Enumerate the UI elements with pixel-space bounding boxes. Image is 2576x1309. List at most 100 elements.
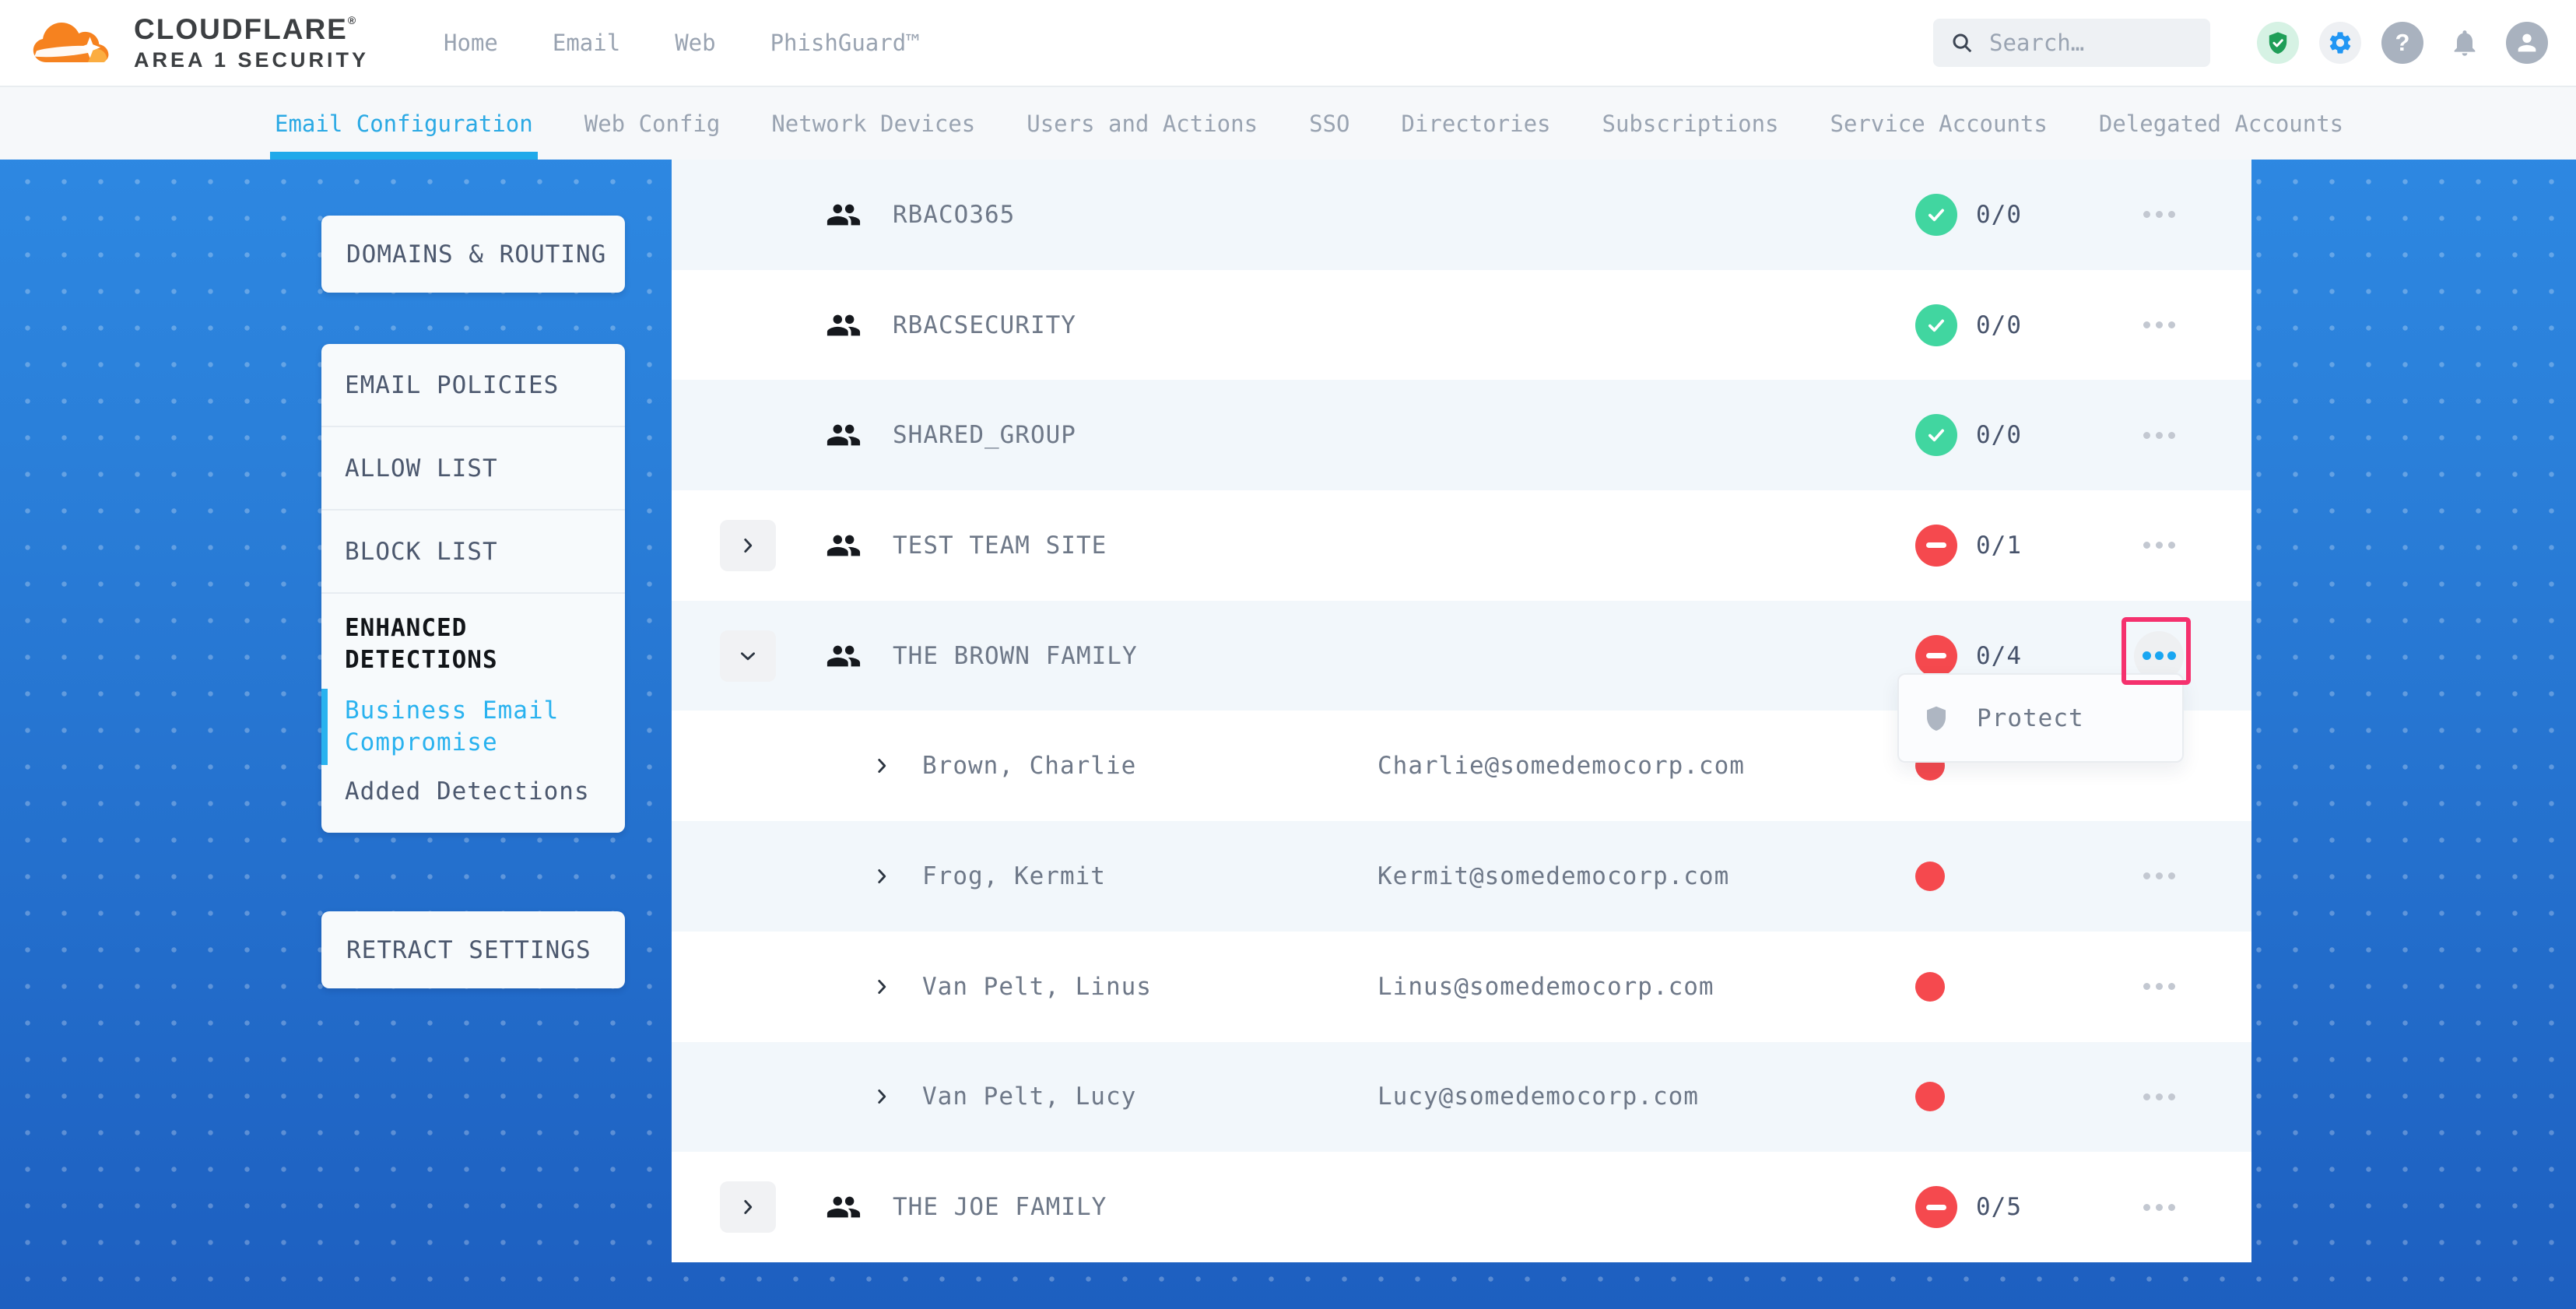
security-status-icon[interactable] bbox=[2257, 22, 2299, 64]
page: CLOUDFLARE® AREA 1 SECURITY Home Email Web… bbox=[0, 0, 2576, 1309]
member-chevron-icon bbox=[872, 756, 892, 776]
status-ok-icon bbox=[1915, 414, 1957, 456]
search-box[interactable] bbox=[1933, 19, 2210, 67]
user-avatar-icon[interactable] bbox=[2506, 22, 2548, 64]
nav-item-phishguard[interactable]: PhishGuard™ bbox=[770, 30, 920, 56]
status-alert-dot bbox=[1915, 1082, 1945, 1111]
member-name: Frog, Kermit bbox=[922, 862, 1106, 890]
member-chevron-icon bbox=[872, 977, 892, 997]
row-menu-button[interactable] bbox=[2128, 294, 2190, 356]
tab-service-accounts[interactable]: Service Accounts bbox=[1830, 87, 2048, 160]
group-name: RBACO365 bbox=[893, 201, 1015, 229]
cloudflare-logo[interactable]: CLOUDFLARE® AREA 1 SECURITY bbox=[28, 13, 369, 72]
row-menu-button[interactable] bbox=[2128, 956, 2190, 1018]
member-chevron-icon bbox=[872, 866, 892, 886]
protected-count: 0/0 bbox=[1976, 421, 2022, 449]
row-menu-button[interactable] bbox=[2128, 845, 2190, 907]
row-menu-button[interactable] bbox=[2128, 184, 2190, 246]
menu-item-label: Protect bbox=[1977, 704, 2084, 732]
table-row-group[interactable]: SHARED_GROUP 0/0 bbox=[672, 380, 2251, 490]
sidebar-item-retract-settings[interactable]: RETRACT SETTINGS bbox=[321, 911, 625, 988]
shield-icon bbox=[1922, 704, 1950, 732]
search-input[interactable] bbox=[1988, 29, 2193, 57]
context-menu: Protect bbox=[1897, 673, 2184, 763]
search-icon bbox=[1950, 31, 1974, 54]
row-menu-button[interactable] bbox=[2128, 514, 2190, 577]
group-icon bbox=[826, 417, 862, 453]
protected-count: 0/5 bbox=[1976, 1193, 2022, 1221]
member-email: Kermit@somedemocorp.com bbox=[1377, 862, 1729, 890]
brand-name: CLOUDFLARE® bbox=[134, 13, 357, 45]
nav-item-home[interactable]: Home bbox=[444, 30, 498, 56]
row-menu-button[interactable] bbox=[2128, 404, 2190, 466]
main-nav: Home Email Web PhishGuard™ bbox=[444, 30, 920, 56]
tab-email-configuration[interactable]: Email Configuration bbox=[275, 87, 533, 160]
sidebar-section-enhanced-detections: ENHANCED DETECTIONS Business Email Compr… bbox=[321, 594, 625, 828]
sidebar-policies-card: EMAIL POLICIESALLOW LISTBLOCK LIST ENHAN… bbox=[321, 344, 625, 833]
group-name: RBACSECURITY bbox=[893, 311, 1076, 339]
collapse-button[interactable] bbox=[720, 630, 776, 682]
row-menu-button[interactable] bbox=[2128, 1065, 2190, 1128]
groups-table: RBACO365 0/0 RBACSECURITY 0/0 SHARED_GROUP 0/… bbox=[672, 160, 2251, 1262]
table-row-member[interactable]: Van Pelt, LinusLinus@somedemocorp.com bbox=[672, 932, 2251, 1042]
notifications-bell-icon[interactable] bbox=[2444, 22, 2486, 64]
secondary-nav: Email Configuration Web Config Network Dev… bbox=[0, 86, 2576, 160]
table-row-member[interactable]: Frog, Kermit Kermit@somedemocorp.com bbox=[672, 821, 2251, 932]
status-ok-icon bbox=[1915, 304, 1957, 346]
table-row-group[interactable]: THE JOE FAMILY 0/5 bbox=[672, 1152, 2251, 1262]
tab-delegated-accounts[interactable]: Delegated Accounts bbox=[2099, 87, 2343, 160]
tab-users-and-actions[interactable]: Users and Actions bbox=[1027, 87, 1258, 160]
group-name: SHARED_GROUP bbox=[893, 421, 1076, 449]
member-email: Charlie@somedemocorp.com bbox=[1377, 752, 1745, 780]
tab-directories[interactable]: Directories bbox=[1401, 87, 1550, 160]
help-icon[interactable]: ? bbox=[2381, 22, 2423, 64]
member-email: Linus@somedemocorp.com bbox=[1377, 973, 1714, 1001]
minus-glyph bbox=[1926, 1205, 1946, 1210]
sidebar-item-label: DOMAINS & ROUTING bbox=[346, 240, 606, 268]
status-alert-dot bbox=[1915, 862, 1945, 891]
tab-sso[interactable]: SSO bbox=[1309, 87, 1349, 160]
sidebar-item-enhanced-detections[interactable]: ENHANCED DETECTIONS bbox=[345, 612, 602, 676]
sidebar-item-allow-list[interactable]: ALLOW LIST bbox=[321, 427, 625, 511]
cloudflare-cloud-icon bbox=[28, 13, 121, 72]
minus-glyph bbox=[1926, 542, 1946, 548]
expand-button[interactable] bbox=[720, 520, 776, 571]
group-name: THE JOE FAMILY bbox=[893, 1193, 1107, 1221]
nav-item-web[interactable]: Web bbox=[675, 30, 715, 56]
protected-count: 0/4 bbox=[1976, 642, 2022, 670]
table-row-member[interactable]: Van Pelt, LucyLucy@somedemocorp.com bbox=[672, 1042, 2251, 1153]
menu-item-protect[interactable]: Protect bbox=[1899, 675, 2182, 761]
sidebar-item-domains-routing[interactable]: DOMAINS & ROUTING bbox=[321, 216, 625, 293]
tab-subscriptions[interactable]: Subscriptions bbox=[1602, 87, 1779, 160]
minus-glyph bbox=[1926, 653, 1946, 658]
group-icon bbox=[826, 638, 862, 674]
member-name: Brown, Charlie bbox=[922, 752, 1136, 780]
sidebar-policy-list: EMAIL POLICIESALLOW LISTBLOCK LIST bbox=[321, 344, 625, 594]
sidebar-item-block-list[interactable]: BLOCK LIST bbox=[321, 511, 625, 594]
table-row-group[interactable]: RBACO365 0/0 bbox=[672, 160, 2251, 270]
table-row-group[interactable]: RBACSECURITY 0/0 bbox=[672, 270, 2251, 381]
sidebar-item-business-email-compromise[interactable]: Business Email Compromise bbox=[345, 695, 602, 759]
sidebar-item-email-policies[interactable]: EMAIL POLICIES bbox=[321, 344, 625, 427]
expand-button[interactable] bbox=[720, 1181, 776, 1233]
status-alert-icon bbox=[1915, 525, 1957, 567]
sidebar-item-added-detections[interactable]: Added Detections bbox=[345, 776, 602, 808]
status-ok-icon bbox=[1915, 194, 1957, 236]
protected-count: 0/1 bbox=[1976, 532, 2022, 560]
status-alert-icon bbox=[1915, 635, 1957, 677]
tab-network-devices[interactable]: Network Devices bbox=[771, 87, 975, 160]
settings-gear-icon[interactable] bbox=[2319, 22, 2361, 64]
tab-web-config[interactable]: Web Config bbox=[584, 87, 721, 160]
app-header: CLOUDFLARE® AREA 1 SECURITY Home Email Web… bbox=[0, 0, 2576, 86]
group-icon bbox=[826, 528, 862, 563]
group-icon bbox=[826, 1189, 862, 1225]
row-menu-button[interactable] bbox=[2128, 1176, 2190, 1238]
sidebar-item-label: RETRACT SETTINGS bbox=[346, 936, 591, 964]
brand-subtitle: AREA 1 SECURITY bbox=[134, 50, 369, 71]
protected-count: 0/0 bbox=[1976, 201, 2022, 229]
group-icon bbox=[826, 197, 862, 233]
nav-item-email[interactable]: Email bbox=[553, 30, 620, 56]
member-chevron-icon bbox=[872, 1086, 892, 1107]
table-row-group[interactable]: TEST TEAM SITE0/1 bbox=[672, 490, 2251, 601]
protected-count: 0/0 bbox=[1976, 311, 2022, 339]
